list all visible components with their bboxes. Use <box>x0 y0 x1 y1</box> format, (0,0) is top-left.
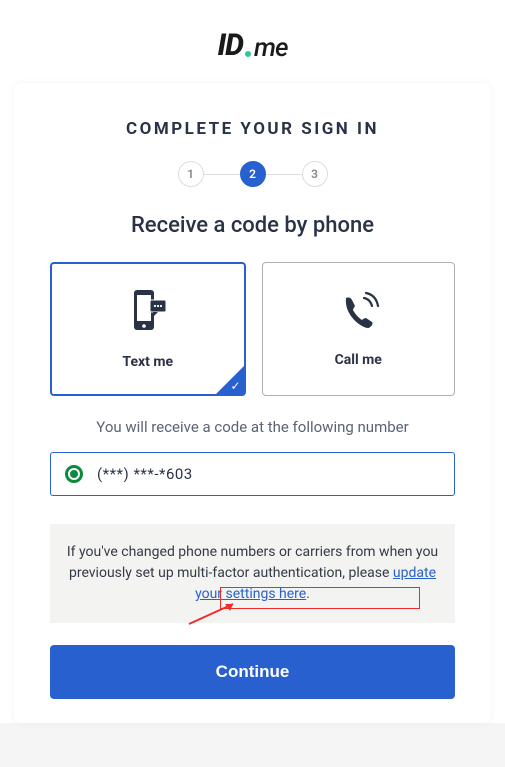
progress-stepper: 1 2 3 <box>50 161 455 187</box>
subheading: Receive a code by phone <box>50 213 455 238</box>
info-text: You will receive a code at the following… <box>50 418 455 436</box>
step-2: 2 <box>240 161 266 187</box>
step-3: 3 <box>302 161 328 187</box>
option-text-me[interactable]: Text me ✓ <box>50 262 246 396</box>
text-message-icon <box>128 288 168 336</box>
phone-option[interactable]: (***) ***-*603 <box>65 465 440 483</box>
logo-me: me <box>254 33 287 63</box>
page-title: COMPLETE YOUR SIGN IN <box>50 119 455 139</box>
logo-dot-icon <box>245 51 251 57</box>
continue-button[interactable]: Continue <box>50 645 455 699</box>
option-text-label: Text me <box>122 354 173 370</box>
step-1: 1 <box>178 161 204 187</box>
logo-id: ID <box>218 28 244 63</box>
notice-suffix: . <box>306 586 310 602</box>
check-icon: ✓ <box>230 379 240 393</box>
signin-card: COMPLETE YOUR SIGN IN 1 2 3 Receive a co… <box>14 83 491 723</box>
step-line <box>204 174 240 175</box>
option-call-label: Call me <box>335 352 382 368</box>
step-line <box>266 174 302 175</box>
logo: ID me <box>218 28 288 63</box>
notice-prefix: If you've changed phone numbers or carri… <box>67 544 438 581</box>
phone-list: (***) ***-*603 <box>50 452 455 496</box>
option-call-me[interactable]: Call me <box>262 262 456 396</box>
arrow-annotation-icon <box>185 600 245 628</box>
logo-bar: ID me <box>0 0 505 83</box>
phone-call-icon <box>336 290 380 334</box>
delivery-options: Text me ✓ Call me <box>50 262 455 396</box>
radio-selected-icon <box>65 465 83 483</box>
change-phone-notice: If you've changed phone numbers or carri… <box>50 524 455 623</box>
phone-masked-number: (***) ***-*603 <box>97 465 193 483</box>
